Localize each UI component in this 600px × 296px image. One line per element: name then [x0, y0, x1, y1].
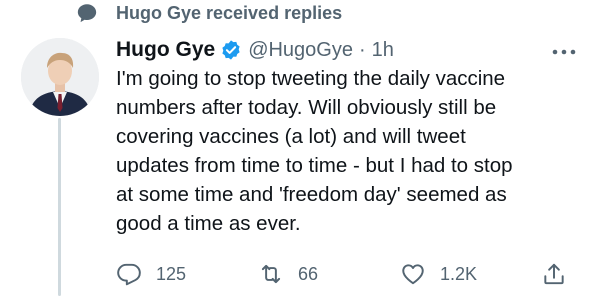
- chat-bubble-icon: [76, 2, 98, 24]
- more-options-button[interactable]: [551, 42, 577, 62]
- like-count: 1.2K: [440, 263, 478, 284]
- reply-count: 125: [156, 263, 187, 284]
- heart-icon: [402, 264, 424, 285]
- author-handle[interactable]: @HugoGye: [248, 39, 353, 62]
- verified-badge-icon: [222, 40, 240, 60]
- social-context: Hugo Gye received replies: [0, 0, 600, 34]
- avatar[interactable]: [21, 38, 99, 116]
- tweet-text: I'm going to stop tweeting the daily vac…: [116, 67, 513, 235]
- retweet-icon: [261, 264, 281, 284]
- share-button[interactable]: [541, 258, 567, 290]
- like-button[interactable]: 1.2K: [400, 258, 477, 290]
- author-name[interactable]: Hugo Gye: [116, 38, 215, 62]
- share-icon: [544, 263, 564, 285]
- tweet-timestamp[interactable]: 1h: [372, 39, 394, 62]
- more-options-icon: [552, 49, 576, 55]
- retweet-count: 66: [298, 263, 319, 284]
- avatar-image: [21, 38, 99, 116]
- tweet-actions: 125 66 1.2K: [0, 258, 600, 290]
- separator-dot: ·: [358, 38, 366, 61]
- reply-icon: [117, 263, 141, 286]
- tweet-header: Hugo Gye @HugoGye · 1h: [116, 36, 394, 64]
- reply-button[interactable]: 125: [116, 258, 186, 290]
- retweet-button[interactable]: 66: [258, 258, 318, 290]
- context-text: Hugo Gye received replies: [116, 3, 343, 23]
